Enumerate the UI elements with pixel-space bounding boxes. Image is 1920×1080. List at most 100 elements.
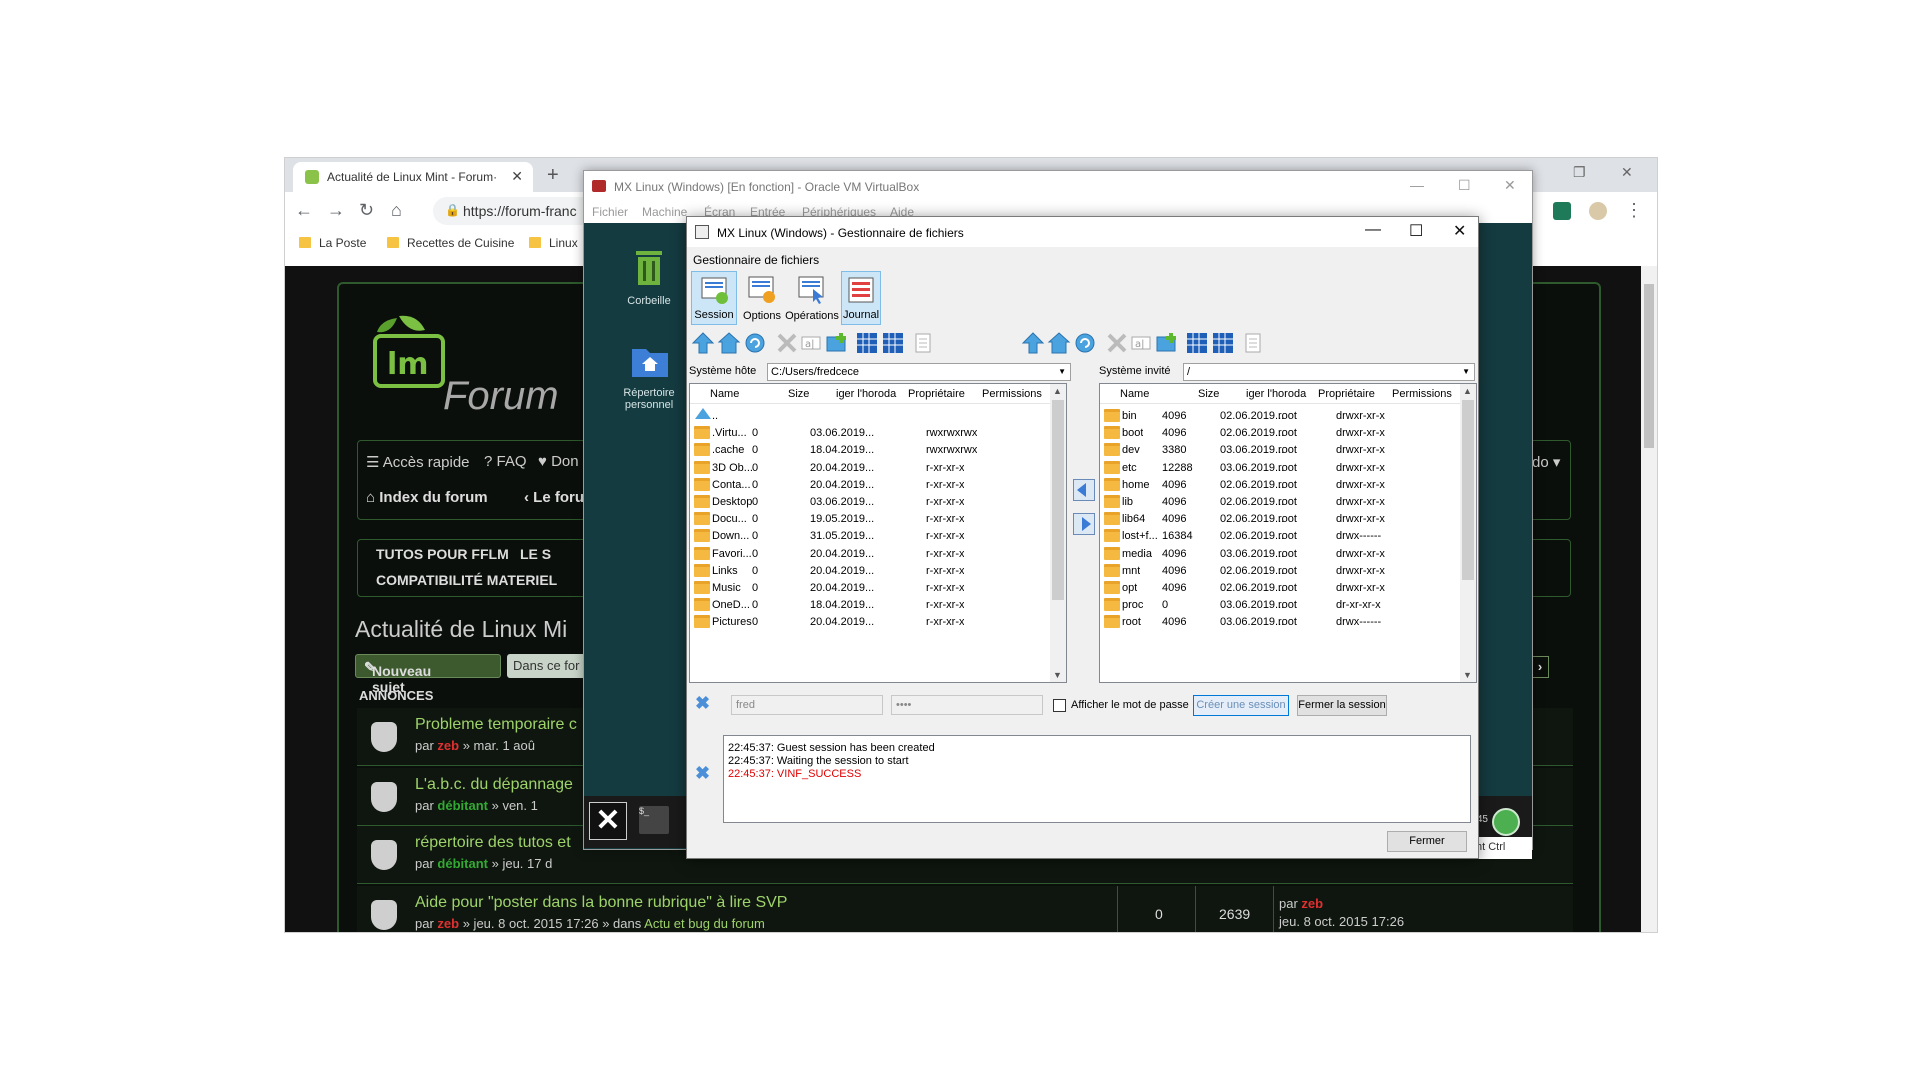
host-path-combo[interactable]: C:/Users/fredcece ▼ <box>767 363 1071 381</box>
host-list-scrollbar[interactable]: ▲ ▼ <box>1050 384 1066 682</box>
topic-title[interactable]: Aide pour "poster dans la bonne rubrique… <box>415 894 787 912</box>
breadcrumb-forum[interactable]: ‹ Le foru <box>524 489 584 506</box>
topic-title[interactable]: Probleme temporaire c <box>415 716 577 734</box>
breadcrumb-index[interactable]: ⌂ Index du forum <box>366 489 488 506</box>
trash-icon[interactable] <box>632 247 666 287</box>
cell-owner: root <box>1278 547 1297 560</box>
close-session-button[interactable]: Fermer la session <box>1297 695 1387 716</box>
delete-icon[interactable] <box>1105 331 1129 355</box>
file-row[interactable]: root 4096 03.06.2019... root drwx------ <box>1100 612 1476 633</box>
properties-icon[interactable] <box>911 331 935 355</box>
profile-avatar[interactable] <box>1589 202 1607 220</box>
back-icon[interactable]: ← <box>295 200 313 221</box>
copy-to-guest-button[interactable] <box>1073 513 1095 535</box>
options-button[interactable]: Options <box>739 271 785 325</box>
username-input[interactable]: fred <box>731 695 883 715</box>
topic-title[interactable]: répertoire des tutos et <box>415 834 571 852</box>
col-size[interactable]: Size <box>788 388 828 400</box>
next-page-link[interactable]: › <box>1531 656 1549 678</box>
close-icon[interactable]: ✕ <box>1504 177 1516 194</box>
don-link[interactable]: ♥ Don <box>538 453 579 470</box>
bookmark-recettes[interactable]: Recettes de Cuisine <box>387 236 514 250</box>
go-up-icon[interactable] <box>1021 331 1045 355</box>
maximize-icon[interactable]: ☐ <box>1409 221 1423 241</box>
forum-search-input[interactable]: Dans ce for <box>507 654 587 678</box>
mx-menu-icon[interactable]: ✕ <box>589 802 627 840</box>
refresh-icon[interactable] <box>1073 331 1097 355</box>
col-date[interactable]: iger l'horoda <box>1246 388 1310 400</box>
col-permissions[interactable]: Permissions <box>982 388 1052 400</box>
guest-list-scrollbar[interactable]: ▲ ▼ <box>1460 384 1476 682</box>
show-password-checkbox[interactable] <box>1053 699 1066 712</box>
terminal-icon[interactable]: $_ <box>639 806 669 834</box>
topic-row[interactable]: Aide pour "poster dans la bonne rubrique… <box>357 886 1573 932</box>
create-session-button[interactable]: Créer une session <box>1193 695 1289 716</box>
invert-selection-icon[interactable] <box>881 331 905 355</box>
scroll-thumb[interactable] <box>1052 400 1064 600</box>
col-date[interactable]: iger l'horoda <box>836 388 900 400</box>
go-up-icon[interactable] <box>691 331 715 355</box>
col-permissions[interactable]: Permissions <box>1392 388 1462 400</box>
operations-button[interactable]: Opérations <box>785 271 839 325</box>
browser-tab[interactable]: Actualité de Linux Mint - Forum· ✕ <box>293 162 533 192</box>
bookmark-la-poste[interactable]: La Poste <box>299 236 366 250</box>
bookmark-linux[interactable]: Linux <box>529 236 578 250</box>
home-icon[interactable] <box>1047 331 1071 355</box>
cell-date: 02.06.2019... <box>1220 427 1285 440</box>
topic-title[interactable]: L'a.b.c. du dépannage <box>415 776 573 794</box>
extension-icon[interactable] <box>1553 202 1571 220</box>
page-scrollbar-thumb[interactable] <box>1644 284 1654 448</box>
update-icon[interactable] <box>1492 808 1520 836</box>
properties-icon[interactable] <box>1241 331 1265 355</box>
col-name[interactable]: Name <box>710 388 770 400</box>
guest-file-list[interactable]: Name Size iger l'horoda Propriétaire Per… <box>1099 383 1477 683</box>
compat-link[interactable]: COMPATIBILITÉ MATERIEL <box>376 572 557 588</box>
col-owner[interactable]: Propriétaire <box>908 388 974 400</box>
maximize-icon[interactable]: ☐ <box>1458 177 1471 194</box>
user-menu[interactable]: do ▾ <box>1532 453 1560 471</box>
refresh-icon[interactable] <box>743 331 767 355</box>
close-tab-icon[interactable]: ✕ <box>511 168 523 185</box>
delete-icon[interactable] <box>775 331 799 355</box>
select-all-icon[interactable] <box>855 331 879 355</box>
minimize-icon[interactable]: — <box>1410 177 1424 193</box>
rename-icon[interactable]: a| <box>799 331 823 355</box>
new-folder-icon[interactable] <box>825 331 849 355</box>
new-tab-icon[interactable]: + <box>547 164 559 187</box>
menu-dots-icon[interactable]: ⋮ <box>1625 200 1643 221</box>
cell-date: 03.06.2019... <box>1220 547 1285 560</box>
select-all-icon[interactable] <box>1185 331 1209 355</box>
log-line: 22:45:37: Guest session has been created <box>728 742 935 754</box>
col-size[interactable]: Size <box>1198 388 1238 400</box>
guest-path-combo[interactable]: / ▼ <box>1183 363 1475 381</box>
forward-icon[interactable]: → <box>327 200 345 221</box>
journal-button[interactable]: Journal <box>841 271 881 325</box>
quick-access-menu[interactable]: ☰ Accès rapide <box>366 453 470 471</box>
invert-selection-icon[interactable] <box>1211 331 1235 355</box>
reload-icon[interactable]: ↻ <box>359 200 374 221</box>
col-name[interactable]: Name <box>1120 388 1180 400</box>
close-window-icon[interactable]: ✕ <box>1621 164 1633 181</box>
minimize-icon[interactable]: — <box>1365 221 1381 239</box>
tutos-link[interactable]: TUTOS POUR FFLM <box>376 546 509 562</box>
col-owner[interactable]: Propriétaire <box>1318 388 1384 400</box>
rename-icon[interactable]: a| <box>1129 331 1153 355</box>
copy-to-host-button[interactable] <box>1073 479 1095 501</box>
home-folder-icon[interactable] <box>630 343 670 379</box>
close-icon[interactable]: ✕ <box>1453 221 1466 241</box>
les-link[interactable]: LE S <box>520 546 551 562</box>
session-button[interactable]: Session <box>691 271 737 325</box>
new-folder-icon[interactable] <box>1155 331 1179 355</box>
host-file-list[interactable]: Name Size iger l'horoda Propriétaire Per… <box>689 383 1067 683</box>
scroll-thumb[interactable] <box>1462 400 1474 580</box>
close-button[interactable]: Fermer <box>1387 831 1467 852</box>
menu-machine[interactable]: Machine <box>642 205 687 219</box>
menu-fichier[interactable]: Fichier <box>592 205 628 219</box>
file-row[interactable]: Pictures 0 20.04.2019... r-xr-xr-x <box>690 612 1066 633</box>
home-icon[interactable]: ⌂ <box>391 200 402 221</box>
new-subject-button[interactable]: Nouveau sujet ✎ <box>355 654 501 695</box>
home-icon[interactable] <box>717 331 741 355</box>
faq-link[interactable]: ? FAQ <box>484 453 527 470</box>
restore-icon[interactable]: ❐ <box>1573 164 1586 181</box>
password-input[interactable]: •••• <box>891 695 1043 715</box>
